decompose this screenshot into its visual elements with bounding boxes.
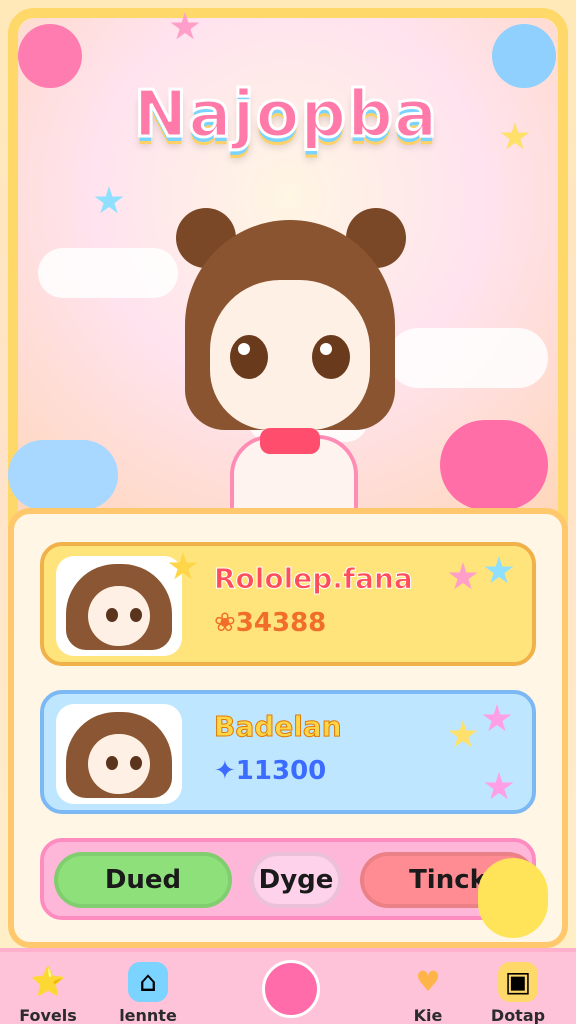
- star-icon: [484, 556, 514, 584]
- player-name: Badelan: [214, 710, 343, 744]
- player-avatar: [56, 556, 182, 656]
- smiley-orb-icon[interactable]: [262, 960, 320, 1018]
- heart-icon: ♥: [415, 965, 441, 998]
- player-card[interactable]: Rololep.fana ❀34388: [40, 542, 536, 666]
- game-screen: Najopba Rololep.fana ❀34388 Badelan ✦113…: [0, 0, 576, 1024]
- dyge-button[interactable]: Dyge: [250, 852, 342, 908]
- star-icon: [482, 704, 512, 732]
- title-area: Najopba: [116, 77, 456, 188]
- yellow-creature-icon: [478, 858, 548, 938]
- player-score: ✦11300: [214, 756, 327, 786]
- action-bar: Dued Dyge Tinck: [40, 838, 536, 920]
- star-icon: ⭐: [30, 965, 66, 998]
- nav-item-dotap[interactable]: ▣ Dotap: [470, 958, 566, 1024]
- coin-icon: ❀: [214, 608, 236, 638]
- star-icon: [448, 562, 478, 590]
- player-card[interactable]: Badelan ✦11300: [40, 690, 536, 814]
- star-icon: [448, 720, 478, 748]
- bow-icon: [260, 428, 320, 454]
- player-score: ❀34388: [214, 608, 327, 638]
- nav-item-fovels[interactable]: ⭐ Fovels: [0, 958, 96, 1024]
- nav-item-lennte[interactable]: ⌂ lennte: [100, 958, 196, 1024]
- game-title: Najopba: [132, 77, 439, 154]
- player-avatar: [56, 704, 182, 804]
- star-icon: [484, 772, 514, 800]
- dued-button[interactable]: Dued: [54, 852, 232, 908]
- blob-creature-icon: [8, 440, 118, 510]
- nav-item-kie[interactable]: ♥ Kie: [380, 958, 476, 1024]
- player-name: Rololep.fana: [214, 562, 414, 596]
- girl-character-icon: [150, 200, 430, 523]
- box-icon: ▣: [498, 961, 538, 1002]
- house-icon: ⌂: [128, 961, 168, 1002]
- gem-icon: ✦: [214, 756, 236, 786]
- pink-ball-icon: [18, 24, 82, 88]
- bear-creature-icon: [440, 420, 548, 510]
- blue-ball-icon: [492, 24, 556, 88]
